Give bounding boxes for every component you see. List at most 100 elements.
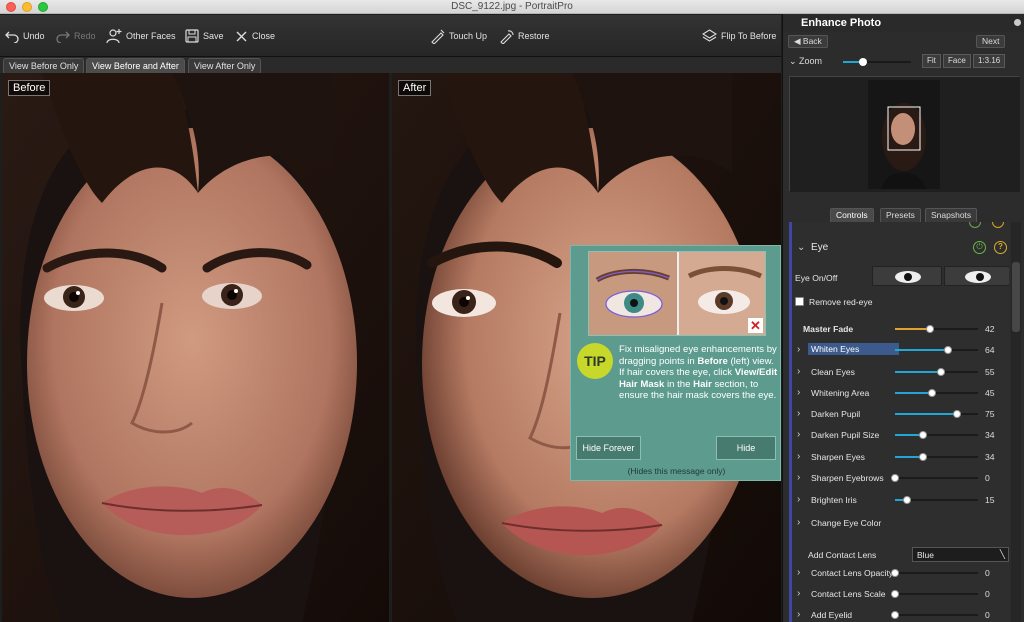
slider-track[interactable] [891,611,978,619]
navigator-thumbnail[interactable] [789,76,1020,192]
fit-button[interactable]: Fit [922,54,941,68]
slider-row-change-eye-color[interactable]: › Change Eye Color [792,513,1009,533]
slider-knob[interactable] [944,346,953,354]
tab-view-after-only[interactable]: View After Only [188,58,262,73]
slider-knob[interactable] [928,389,937,397]
slider-row-sharpen-eyes[interactable]: › Sharpen Eyes 34 [792,447,1009,467]
slider-label: Contact Lens Opacity [811,568,894,578]
controls-scrollbar[interactable] [1011,222,1021,622]
power-icon[interactable]: ⏻ [973,241,986,254]
slider-knob[interactable] [953,410,962,418]
slider-row-contact-lens-opacity[interactable]: › Contact Lens Opacity 0 [792,563,1009,583]
slider-row-add-eyelid[interactable]: › Add Eyelid 0 [792,605,1009,622]
slider-row-sharpen-eyebrows[interactable]: › Sharpen Eyebrows 0 [792,468,1009,488]
redo-button[interactable]: Redo [56,26,96,46]
slider-row-clean-eyes[interactable]: › Clean Eyes 55 [792,362,1009,382]
contact-lens-select[interactable]: Blue ╲ [912,547,1009,562]
tip-close-icon[interactable]: ✕ [748,318,763,333]
tab-presets[interactable]: Presets [880,208,921,222]
restore-button[interactable]: Restore [499,26,550,46]
prev-section-help-icon[interactable] [992,222,1004,228]
slider-track[interactable] [895,453,978,461]
back-button[interactable]: ◀ Back [788,35,828,48]
slider-knob[interactable] [919,453,928,461]
chevron-right-icon[interactable]: › [797,408,800,419]
before-photo[interactable]: Before [2,73,389,622]
eye-on-button[interactable] [872,266,942,286]
slider-row-whiten-eyes[interactable]: › Whiten Eyes 64 [792,340,1009,360]
close-button[interactable]: Close [235,26,275,46]
slider-knob[interactable] [936,368,945,376]
remove-redeye-checkbox[interactable] [795,297,804,306]
chevron-right-icon[interactable]: › [797,344,800,355]
eye-off-button[interactable] [944,266,1009,286]
slider-knob[interactable] [891,611,899,619]
chevron-right-icon[interactable]: › [797,588,800,599]
chevron-right-icon[interactable]: › [797,609,800,620]
save-button[interactable]: Save [185,26,224,46]
slider-row-contact-lens-scale[interactable]: › Contact Lens Scale 0 [792,584,1009,604]
zoom-slider-knob[interactable] [859,58,868,66]
touch-up-button[interactable]: Touch Up [430,26,487,46]
chevron-right-icon[interactable]: › [797,451,800,462]
chevron-right-icon[interactable]: › [797,472,800,483]
zoom-ratio-field[interactable]: 1:3.16 [973,54,1006,68]
tip-line2: (left) view. [727,355,774,367]
slider-track[interactable] [895,346,978,354]
other-faces-button[interactable]: Other Faces [106,26,176,46]
prev-section-power-icon[interactable] [969,222,981,228]
remove-redeye-row[interactable]: Remove red-eye [792,293,1009,313]
layers-icon [702,28,717,42]
slider-knob[interactable] [919,431,928,439]
tip-illustration [588,251,766,336]
chevron-right-icon[interactable]: › [797,567,800,578]
scrollbar-thumb[interactable] [1012,262,1020,332]
chevron-right-icon[interactable]: › [797,387,800,398]
slider-track[interactable] [895,368,978,376]
slider-track[interactable] [895,389,978,397]
slider-knob[interactable] [891,569,899,577]
slider-knob[interactable] [925,325,934,333]
zoom-toggle[interactable]: ⌄ Zoom [789,56,822,67]
save-icon [185,29,199,43]
panel-menu-icon[interactable] [1014,19,1021,26]
undo-button[interactable]: Undo [5,26,45,46]
tab-snapshots[interactable]: Snapshots [925,208,978,222]
slider-label: Darken Pupil [811,409,861,419]
contact-lens-value: Blue [917,550,935,560]
next-button[interactable]: Next [976,35,1006,48]
hide-button[interactable]: Hide [716,436,776,460]
slider-track[interactable] [895,496,978,504]
zoom-slider[interactable] [843,58,911,66]
tab-controls[interactable]: Controls [830,208,874,222]
help-icon[interactable]: ? [994,241,1007,254]
slider-row-darken-pupil[interactable]: › Darken Pupil 75 [792,404,1009,424]
slider-knob[interactable] [891,590,899,598]
slider-track[interactable] [895,431,978,439]
face-button[interactable]: Face [943,54,971,68]
hide-forever-button[interactable]: Hide Forever [576,436,641,460]
slider-row-darken-pupil-size[interactable]: › Darken Pupil Size 34 [792,425,1009,445]
slider-row-master-fade[interactable]: Master Fade 42 [792,319,1009,339]
chevron-right-icon[interactable]: › [797,366,800,377]
slider-track[interactable] [891,474,978,482]
tip-hair-word: Hair [693,378,712,390]
slider-track[interactable] [891,569,978,577]
chevron-right-icon[interactable]: › [797,429,800,440]
slider-track[interactable] [895,325,978,333]
next-label: Next [982,36,1000,46]
slider-track[interactable] [895,410,978,418]
tab-view-before-only[interactable]: View Before Only [3,58,85,73]
eye-section-header[interactable]: ⌄ Eye ⏻ ? [792,238,1009,258]
slider-value: 0 [985,473,990,483]
chevron-right-icon[interactable]: › [797,517,800,528]
slider-row-brighten-iris[interactable]: › Brighten Iris 15 [792,490,1009,510]
eye-alt-icon [965,271,991,283]
slider-knob[interactable] [903,496,912,504]
slider-row-whitening-area[interactable]: › Whitening Area 45 [792,383,1009,403]
tab-view-before-and-after[interactable]: View Before and After [86,58,185,73]
chevron-right-icon[interactable]: › [797,494,800,505]
slider-knob[interactable] [891,474,899,482]
flip-to-before-button[interactable]: Flip To Before [702,26,776,46]
slider-track[interactable] [891,590,978,598]
